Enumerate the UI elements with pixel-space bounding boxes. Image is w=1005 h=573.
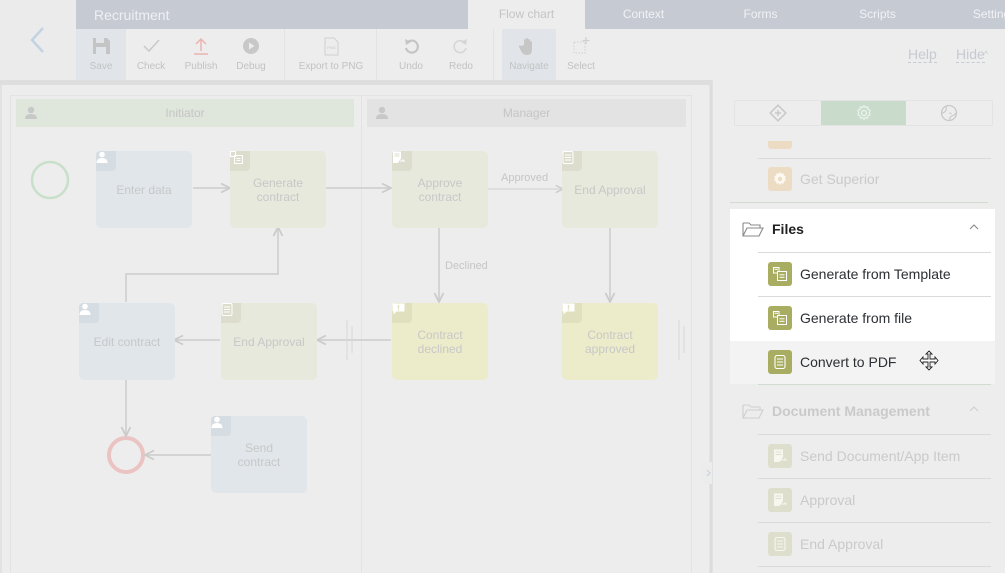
send-doc-icon [392,151,412,171]
select-button[interactable]: Select [556,29,606,80]
help-link[interactable]: Help [908,47,937,63]
scroll-doc-icon [768,350,792,374]
play-circle-icon [243,38,259,54]
node-send-contract[interactable]: Send contract [211,416,307,493]
back-area [0,0,76,80]
export-png-button[interactable]: PNG Export to PNG [296,29,366,80]
chevron-up-icon[interactable] [969,223,979,230]
partial-list-item-icon [768,141,792,149]
redo-button[interactable]: Redo [436,29,486,80]
node-contract-approved[interactable]: Contract approved [562,303,658,380]
toolbar: Save Check Publish Debug PNG Export to P… [76,29,1005,80]
divider [758,384,991,385]
end-event[interactable] [107,436,145,474]
move-cursor-icon [919,350,939,371]
list-item-end-approval[interactable]: End Approval [758,522,991,566]
upload-icon [194,37,208,55]
save-icon [93,38,110,54]
select-area-icon [573,37,590,54]
hide-link[interactable]: Hide [956,47,985,63]
template-doc-icon [768,306,792,330]
panel-segmented-control [734,100,993,126]
publish-button[interactable]: Publish [176,29,226,80]
send-doc-icon [768,488,792,512]
segment-integrations[interactable] [906,101,992,125]
list-item-generate-from-file[interactable]: Generate from file [758,296,991,340]
gear-icon [856,104,871,121]
app-title: Recruitment [94,7,170,23]
edge-label-approved: Approved [501,172,549,184]
tab-flow-chart[interactable]: Flow chart [468,0,585,29]
group-header-document-management[interactable]: Document Management [730,391,995,431]
user-task-icon [211,416,231,436]
check-button[interactable]: Check [126,29,176,80]
elements-panel: Get Superior Files Generate from Templat… [712,80,1005,573]
png-file-icon: PNG [324,37,339,56]
template-doc-icon [230,151,250,171]
process-designer: Recruitment Flow chart Context Forms Scr… [0,0,1005,573]
checkmark-icon [143,39,160,53]
user-task-icon [79,303,99,323]
scroll-doc-icon [768,532,792,556]
user-task-icon [96,151,116,171]
send-doc-icon [768,444,792,468]
node-end-approval-top[interactable]: End Approval [562,151,658,228]
save-button[interactable]: Save [76,29,126,80]
undo-button[interactable]: Undo [386,29,436,80]
toolbar-divider [376,29,377,80]
tab-forms[interactable]: Forms [702,0,819,29]
debug-button[interactable]: Debug [226,29,276,80]
list-item-convert-to-pdf[interactable]: Convert to PDF [758,340,991,384]
add-node-icon [768,104,787,122]
tab-settings[interactable]: Settings [936,0,1005,29]
notification-icon [562,303,582,323]
globe-icon [941,104,958,122]
list-item-generate-from-template[interactable]: Generate from Template [758,252,991,296]
flowchart-canvas[interactable]: Initiator Manager Enter data Generate co… [0,85,713,573]
undo-icon [404,39,419,54]
chevron-up-icon[interactable] [969,405,979,412]
chevron-left-icon [30,27,44,53]
template-doc-icon [768,262,792,286]
folder-open-icon [742,222,764,237]
redo-icon [453,39,467,54]
start-event[interactable] [30,160,70,200]
chevron-up-icon: ^ [984,49,989,59]
divider [758,566,991,567]
gear-icon [768,167,792,191]
tab-bar: Flow chart Context Forms Scripts Setting… [468,0,1005,29]
node-enter-data[interactable]: Enter data [96,151,192,228]
group-header-files[interactable]: Files [730,209,995,249]
hand-icon [518,38,532,55]
list-item-get-superior[interactable]: Get Superior [758,157,991,201]
navigate-button[interactable]: Navigate [502,29,556,80]
back-button[interactable] [28,26,48,54]
list-item-send-document[interactable]: Send Document/App Item [758,434,991,478]
node-generate-contract[interactable]: Generate contract [230,151,326,228]
edge-edit-to-generate[interactable] [125,227,278,302]
segment-elements[interactable] [735,101,821,125]
node-end-approval-mid[interactable]: End Approval [221,303,317,380]
folder-open-icon [742,404,764,419]
scroll-doc-icon [562,151,582,171]
list-item-approval[interactable]: Approval [758,478,991,522]
node-contract-declined[interactable]: Contract declined [392,303,488,380]
tab-scripts[interactable]: Scripts [819,0,936,29]
toolbar-divider [493,29,494,80]
segment-actions[interactable] [820,101,907,125]
tab-context[interactable]: Context [585,0,702,29]
divider [730,202,988,203]
node-edit-contract[interactable]: Edit contract [79,303,175,380]
notification-icon [392,303,412,323]
edge-label-declined: Declined [445,260,488,272]
node-approve-contract[interactable]: Approve contract [392,151,488,228]
scroll-doc-icon [221,303,241,323]
toolbar-divider [284,29,285,80]
svg-text:PNG: PNG [327,45,336,50]
title-bar: Recruitment Flow chart Context Forms Scr… [76,0,1005,29]
